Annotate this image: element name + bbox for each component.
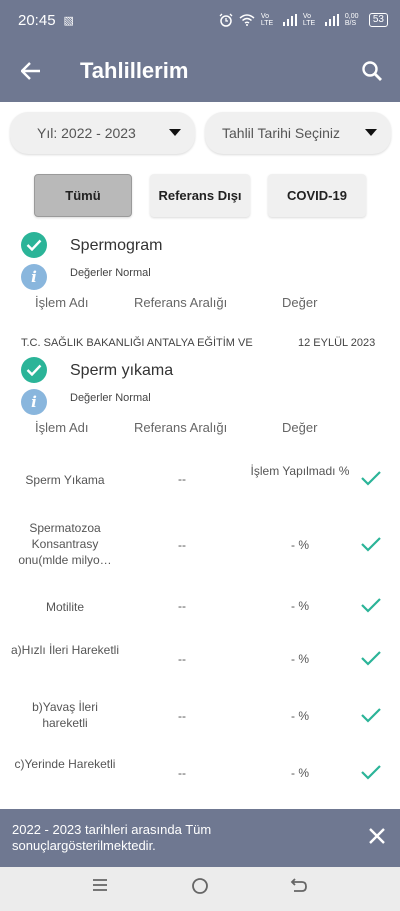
result-value: - % xyxy=(291,599,309,613)
alarm-icon xyxy=(219,13,233,27)
result-value: - % xyxy=(291,538,309,552)
search-icon xyxy=(362,61,382,81)
institution-name: T.C. SAĞLIK BAKANLIĞI ANTALYA EĞİTİM VE xyxy=(21,337,253,349)
wifi-icon xyxy=(239,14,255,26)
data-speed: 0,00 B/S xyxy=(344,13,359,27)
column-header-name: İşlem Adı xyxy=(35,295,89,310)
status-icons: Vo LTE Vo LTE 0,00 B/S 53 xyxy=(219,13,388,27)
menu-icon xyxy=(93,879,107,891)
home-circle-icon xyxy=(192,878,208,894)
result-value: - % xyxy=(291,766,309,780)
result-value: - % xyxy=(291,652,309,666)
check-circle-icon xyxy=(21,357,47,383)
check-icon xyxy=(360,470,382,491)
return-icon xyxy=(290,878,307,892)
home-nav-button[interactable] xyxy=(191,877,209,900)
check-icon xyxy=(360,764,382,785)
filter-all-button[interactable]: Tümü xyxy=(34,174,132,217)
menu-nav-button[interactable] xyxy=(91,877,109,898)
result-value: - % xyxy=(291,709,309,723)
back-button[interactable] xyxy=(0,56,62,87)
system-nav-bar xyxy=(0,867,400,911)
close-icon xyxy=(369,828,385,844)
column-header-value: Değer xyxy=(282,420,318,435)
test-status: Değerler Normal xyxy=(70,267,151,279)
check-icon xyxy=(360,707,382,728)
chevron-down-icon xyxy=(365,129,377,136)
snackbar-message: 2022 - 2023 tarihleri arasında Tüm sonuç… xyxy=(12,822,212,853)
result-ref: -- xyxy=(178,652,186,666)
battery-icon: 53 xyxy=(368,13,388,27)
info-icon[interactable]: i xyxy=(21,264,47,290)
check-icon xyxy=(360,650,382,671)
signal-icon-2 xyxy=(324,14,339,26)
result-name: Sperm Yıkama xyxy=(25,473,105,487)
result-ref: -- xyxy=(178,472,186,486)
info-icon[interactable]: i xyxy=(21,389,47,415)
filter-covid-button[interactable]: COVID-19 xyxy=(268,174,366,217)
status-bar: 20:45 ▧ Vo LTE Vo LTE 0,00 B/S 53 xyxy=(0,0,400,40)
column-header-name: İşlem Adı xyxy=(35,420,89,435)
check-icon xyxy=(360,536,382,557)
result-ref: -- xyxy=(178,599,186,613)
column-header-ref: Referans Aralığı xyxy=(134,295,228,310)
search-button[interactable] xyxy=(344,60,400,82)
status-time: 20:45 xyxy=(18,11,56,29)
chevron-down-icon xyxy=(169,129,181,136)
close-button[interactable] xyxy=(368,827,386,850)
arrow-left-icon xyxy=(20,61,40,80)
result-ref: -- xyxy=(178,709,186,723)
signal-icon xyxy=(282,14,297,26)
column-header-value: Değer xyxy=(282,295,318,310)
result-value: İşlem Yapılmadı % xyxy=(250,464,350,478)
year-select-value: Yıl: 2022 - 2023 xyxy=(37,125,136,141)
volte-label-1: Vo LTE xyxy=(260,13,274,27)
volte-label-2: Vo LTE xyxy=(302,13,316,27)
date-select-value: Tahlil Tarihi Seçiniz xyxy=(222,125,341,141)
snackbar: 2022 - 2023 tarihleri arasında Tüm sonuç… xyxy=(0,809,400,867)
back-nav-button[interactable] xyxy=(290,877,308,898)
test-title[interactable]: Spermogram xyxy=(70,237,162,255)
filter-out-of-range-button[interactable]: Referans Dışı xyxy=(150,174,250,217)
result-name: b)Yavaş İleri hareketli xyxy=(32,700,98,730)
result-ref: -- xyxy=(178,538,186,552)
column-header-ref: Referans Aralığı xyxy=(134,420,228,435)
result-name: a)Hızlı İleri Hareketli xyxy=(10,643,120,657)
test-date: 12 EYLÜL 2023 xyxy=(298,337,376,349)
notification-icon: ▧ xyxy=(63,14,74,27)
date-select[interactable]: Tahlil Tarihi Seçiniz xyxy=(205,112,391,154)
result-name: Motilite xyxy=(45,600,84,614)
test-title[interactable]: Sperm yıkama xyxy=(70,362,173,380)
app-bar: Tahlillerim xyxy=(0,40,400,102)
year-select[interactable]: Yıl: 2022 - 2023 xyxy=(10,112,195,154)
check-circle-icon xyxy=(21,232,47,258)
result-name: c)Yerinde Hareketli xyxy=(14,757,116,771)
result-name: Spermatozoa Konsantrasy onu(mlde milyo… xyxy=(18,521,112,567)
result-ref: -- xyxy=(178,766,186,780)
test-status: Değerler Normal xyxy=(70,392,151,404)
check-icon xyxy=(360,597,382,618)
page-title: Tahlillerim xyxy=(80,58,189,83)
